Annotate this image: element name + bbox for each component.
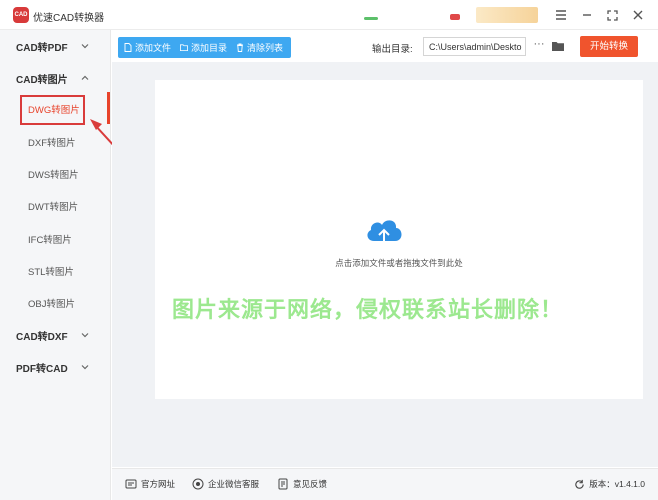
sidebar-item-label: DWS转图片 (28, 170, 79, 181)
sidebar: CAD转PDF CAD转图片 DWG转图片 DXF转图片 DWS转图片 DWT转… (0, 30, 111, 500)
wechat-service-link[interactable]: 企业微信客服 (192, 478, 259, 490)
file-toolbar: 添加文件 添加目录 清除列表 (118, 37, 291, 58)
footer: 官方网址 企业微信客服 意见反馈 版本：v1.4.1.0 (112, 468, 658, 500)
app-title: 优速CAD转换器 (33, 13, 105, 24)
active-indicator (107, 92, 110, 124)
sidebar-group-label: CAD转DXF (16, 331, 68, 343)
version-label: 版本：v1.4.1.0 (589, 479, 645, 489)
sidebar-group-pdf-to-cad[interactable]: PDF转CAD (0, 355, 111, 379)
sidebar-item-label: OBJ转图片 (28, 299, 75, 310)
menu-button[interactable] (551, 5, 571, 25)
trash-icon (237, 43, 244, 52)
sidebar-item-dxf-to-image[interactable]: DXF转图片 (0, 130, 111, 154)
close-button[interactable] (628, 5, 648, 25)
sidebar-group-cad-to-image[interactable]: CAD转图片 (0, 66, 111, 90)
drop-hint-text: 点击添加文件或者拖拽文件到此处 (335, 258, 463, 268)
more-options-button[interactable]: ··· (532, 38, 546, 54)
app-logo: CAD (13, 7, 29, 23)
sidebar-item-obj-to-image[interactable]: OBJ转图片 (0, 291, 111, 315)
sidebar-group-cad-to-dxf[interactable]: CAD转DXF (0, 323, 111, 347)
folder-icon (180, 44, 188, 52)
clear-list-label: 清除列表 (247, 43, 284, 53)
titlebar-decoration-green (364, 17, 378, 20)
sidebar-group-label: CAD转图片 (16, 74, 68, 86)
output-dir-label: 输出目录: (372, 44, 413, 55)
titlebar-decoration-banner (476, 7, 538, 23)
chevron-down-icon (81, 333, 89, 338)
sidebar-group-cad-to-pdf[interactable]: CAD转PDF (0, 34, 111, 58)
chevron-down-icon (81, 365, 89, 370)
titlebar-decoration-red (450, 14, 460, 20)
add-file-label: 添加文件 (135, 43, 172, 53)
sidebar-item-label: DWG转图片 (28, 105, 80, 116)
sidebar-group-label: CAD转PDF (16, 42, 68, 54)
feedback-icon (278, 478, 288, 490)
refresh-icon (575, 479, 584, 489)
output-dir-input[interactable]: C:\Users\admin\Deskto (423, 37, 526, 56)
chevron-up-icon (81, 75, 89, 80)
sidebar-item-stl-to-image[interactable]: STL转图片 (0, 259, 111, 283)
sidebar-item-label: DXF转图片 (28, 138, 76, 149)
chat-icon (192, 478, 204, 490)
start-convert-button[interactable]: 开始转换 (580, 36, 638, 57)
feedback-link[interactable]: 意见反馈 (277, 478, 327, 490)
minimize-button[interactable] (577, 5, 597, 25)
add-file-button[interactable]: 添加文件 (124, 41, 171, 54)
title-bar: CAD 优速CAD转换器 (0, 0, 658, 30)
sidebar-item-dwg-to-image[interactable]: DWG转图片 (0, 95, 111, 125)
website-label: 官方网址 (141, 479, 176, 489)
maximize-icon (606, 9, 618, 21)
clear-list-button[interactable]: 清除列表 (236, 41, 283, 54)
minimize-icon (583, 14, 591, 16)
feedback-label: 意见反馈 (293, 479, 328, 489)
cloud-upload-icon (367, 220, 402, 244)
browser-icon (125, 479, 137, 489)
sidebar-item-label: IFC转图片 (28, 235, 72, 246)
sidebar-item-dwt-to-image[interactable]: DWT转图片 (0, 194, 111, 218)
open-folder-icon[interactable] (551, 39, 565, 53)
sidebar-item-dws-to-image[interactable]: DWS转图片 (0, 162, 111, 186)
close-icon (633, 10, 643, 20)
add-folder-label: 添加目录 (191, 43, 228, 53)
sidebar-item-label: DWT转图片 (28, 202, 79, 213)
website-link[interactable]: 官方网址 (125, 478, 175, 490)
watermark-text: 图片来源于网络，侵权联系站长删除！ (172, 297, 564, 322)
sidebar-item-label: STL转图片 (28, 267, 74, 278)
wechat-service-label: 企业微信客服 (208, 479, 260, 489)
version-check[interactable]: 版本：v1.4.1.0 (574, 478, 645, 490)
sidebar-group-label: PDF转CAD (16, 363, 68, 375)
maximize-button[interactable] (602, 5, 622, 25)
file-icon (124, 43, 132, 52)
add-folder-button[interactable]: 添加目录 (180, 41, 227, 54)
menu-icon (556, 10, 566, 20)
sidebar-item-ifc-to-image[interactable]: IFC转图片 (0, 227, 111, 251)
chevron-down-icon (81, 44, 89, 49)
